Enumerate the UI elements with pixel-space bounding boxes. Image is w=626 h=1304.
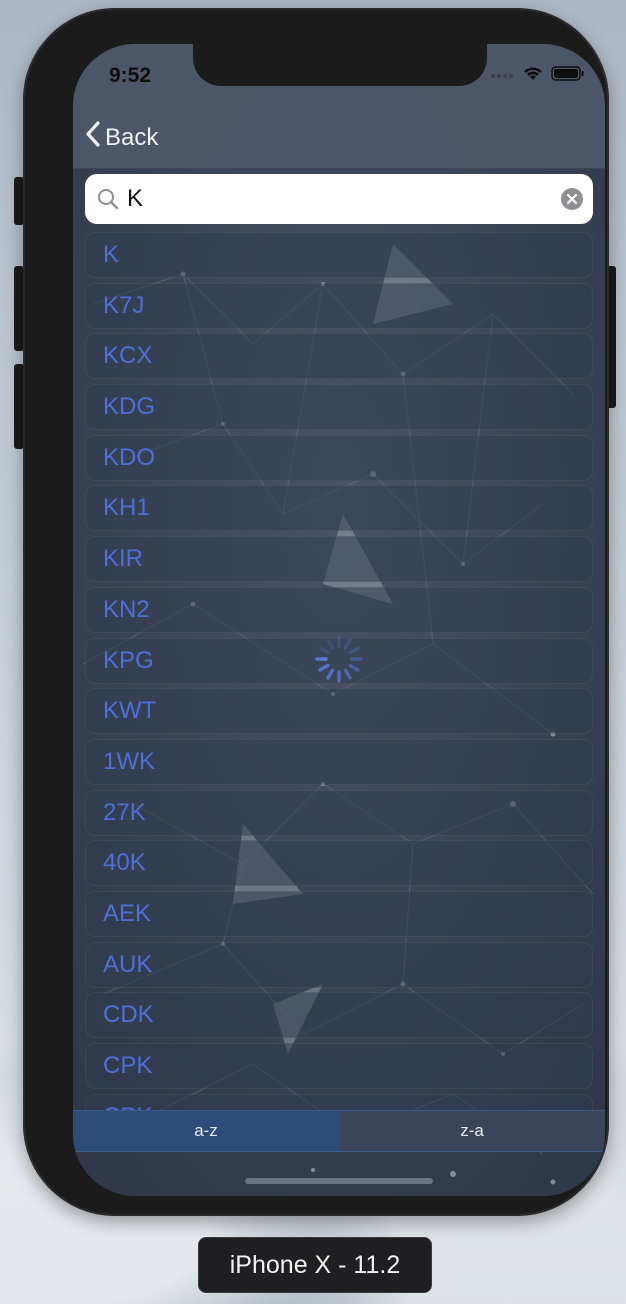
search-input[interactable] xyxy=(127,185,561,213)
simulator-device-label: iPhone X - 11.2 xyxy=(198,1237,432,1293)
list-item[interactable]: K7J xyxy=(85,282,593,329)
list-item[interactable]: 27K xyxy=(85,789,593,836)
chevron-left-icon xyxy=(85,120,101,155)
list-item[interactable]: CPK xyxy=(85,1043,593,1089)
list-item[interactable]: CDK xyxy=(85,992,593,1039)
list-item[interactable]: 40K xyxy=(85,840,593,887)
list-item[interactable]: AUK xyxy=(85,941,593,988)
list-item[interactable]: KDG xyxy=(85,384,593,431)
status-time: 9:52 xyxy=(109,64,152,87)
search-icon xyxy=(97,188,119,210)
sort-az-button[interactable]: a-z xyxy=(73,1111,339,1151)
list-item[interactable]: AEK xyxy=(85,890,593,937)
back-button[interactable]: Back xyxy=(85,120,158,155)
list-item[interactable]: CPK xyxy=(85,1093,593,1110)
back-button-label: Back xyxy=(105,123,159,151)
iphone-device-frame: 9:52 Back K K K7J KCX KDG KDO KH1 KIR KN… xyxy=(23,8,609,1216)
status-icons xyxy=(491,66,585,86)
sort-segmented-control: a-z z-a xyxy=(73,1110,605,1152)
battery-icon xyxy=(551,66,585,86)
clear-search-icon[interactable] xyxy=(561,188,583,210)
list-item[interactable]: K xyxy=(85,232,593,278)
list-item[interactable]: KDO xyxy=(85,434,593,481)
list-item[interactable]: KN2 xyxy=(85,586,593,633)
device-notch xyxy=(193,44,487,86)
list-item[interactable]: KIR xyxy=(85,536,593,583)
search-bar[interactable] xyxy=(85,174,593,224)
loading-spinner-icon xyxy=(313,633,365,685)
list-item[interactable]: 1WK xyxy=(85,738,593,785)
wifi-icon xyxy=(523,66,543,86)
list-item[interactable]: KH1 xyxy=(85,485,593,532)
list-item[interactable]: KWT xyxy=(85,688,593,735)
list-item[interactable]: KCX xyxy=(85,333,593,380)
cellular-signal-icon xyxy=(491,67,515,85)
device-screen: 9:52 Back K K K7J KCX KDG KDO KH1 KIR KN… xyxy=(73,44,605,1196)
home-indicator[interactable] xyxy=(245,1178,433,1184)
sort-za-button[interactable]: z-a xyxy=(339,1111,605,1151)
